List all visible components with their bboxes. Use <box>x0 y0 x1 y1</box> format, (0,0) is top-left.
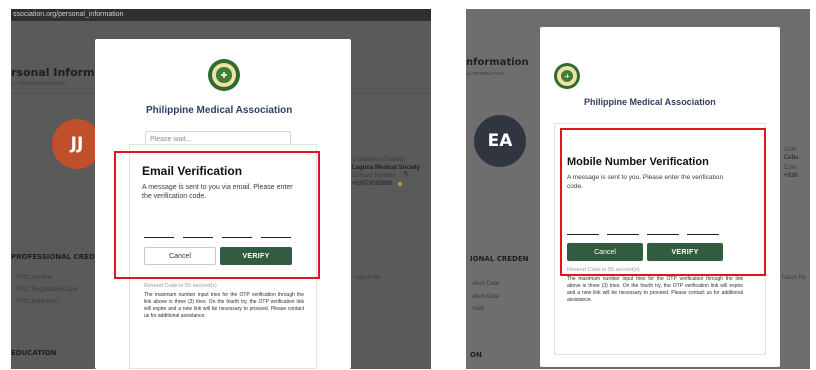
resend-timer: Resend Code in 55 second(s) <box>144 283 217 289</box>
section-professional-credentials: PROFESSIONAL CRED <box>11 253 95 261</box>
prc-expiration-label: PRC Expiration <box>17 299 59 305</box>
org-name: Philippine Medical Association <box>584 97 716 107</box>
pma-seal-icon <box>554 63 580 89</box>
page-title: nformation <box>466 57 529 68</box>
section-bottom: ON <box>470 351 482 359</box>
prc-number-label: PRC Number <box>17 275 53 281</box>
url-bar: ssociation.org/personal_information <box>11 9 431 21</box>
avatar: EA <box>474 115 526 167</box>
otp-notice: The maximum number input tries for the O… <box>567 276 743 303</box>
registration-no-label: ration No <box>356 275 381 281</box>
side-label: Com <box>784 147 797 153</box>
email-verification-screenshot: ssociation.org/personal_information rson… <box>11 9 431 369</box>
org-name: Philippine Medical Association <box>146 105 293 116</box>
prof-row-3: ntab <box>472 306 484 312</box>
side-number: +639 <box>784 173 798 179</box>
pma-seal-icon <box>208 59 240 91</box>
breadcrumb: AL INFORMATION <box>466 71 504 76</box>
highlight-box <box>114 151 320 279</box>
side-city: Cebu <box>784 155 799 161</box>
mobile-verification-screenshot: nformation AL INFORMATION EA Com Cebu Co… <box>466 9 810 369</box>
registration-no-label: ration No <box>782 275 807 281</box>
highlight-box <box>560 128 766 276</box>
section-education: EDUCATION <box>11 349 57 357</box>
component-society-label: Component Society <box>352 157 405 163</box>
society-value: Laguna Medical Society <box>352 165 421 171</box>
contact-number-value: +63978085899 <box>352 181 393 187</box>
edit-pencil-icon[interactable]: ✎ <box>403 171 409 178</box>
contact-number-label: Contact Number <box>352 173 396 179</box>
side-label-2: Cont <box>784 165 797 171</box>
section-professional-credentials: IONAL CREDEN <box>470 255 529 263</box>
status-dot-icon <box>398 182 402 186</box>
otp-notice: The maximum number input tries for the O… <box>144 292 304 319</box>
prof-row-1: ation Date <box>472 281 500 287</box>
breadcrumb: s > Personal Information <box>11 81 66 87</box>
prc-registration-date-label: PRC Registration Date <box>17 287 78 293</box>
prof-row-2: ation Date <box>472 294 500 300</box>
